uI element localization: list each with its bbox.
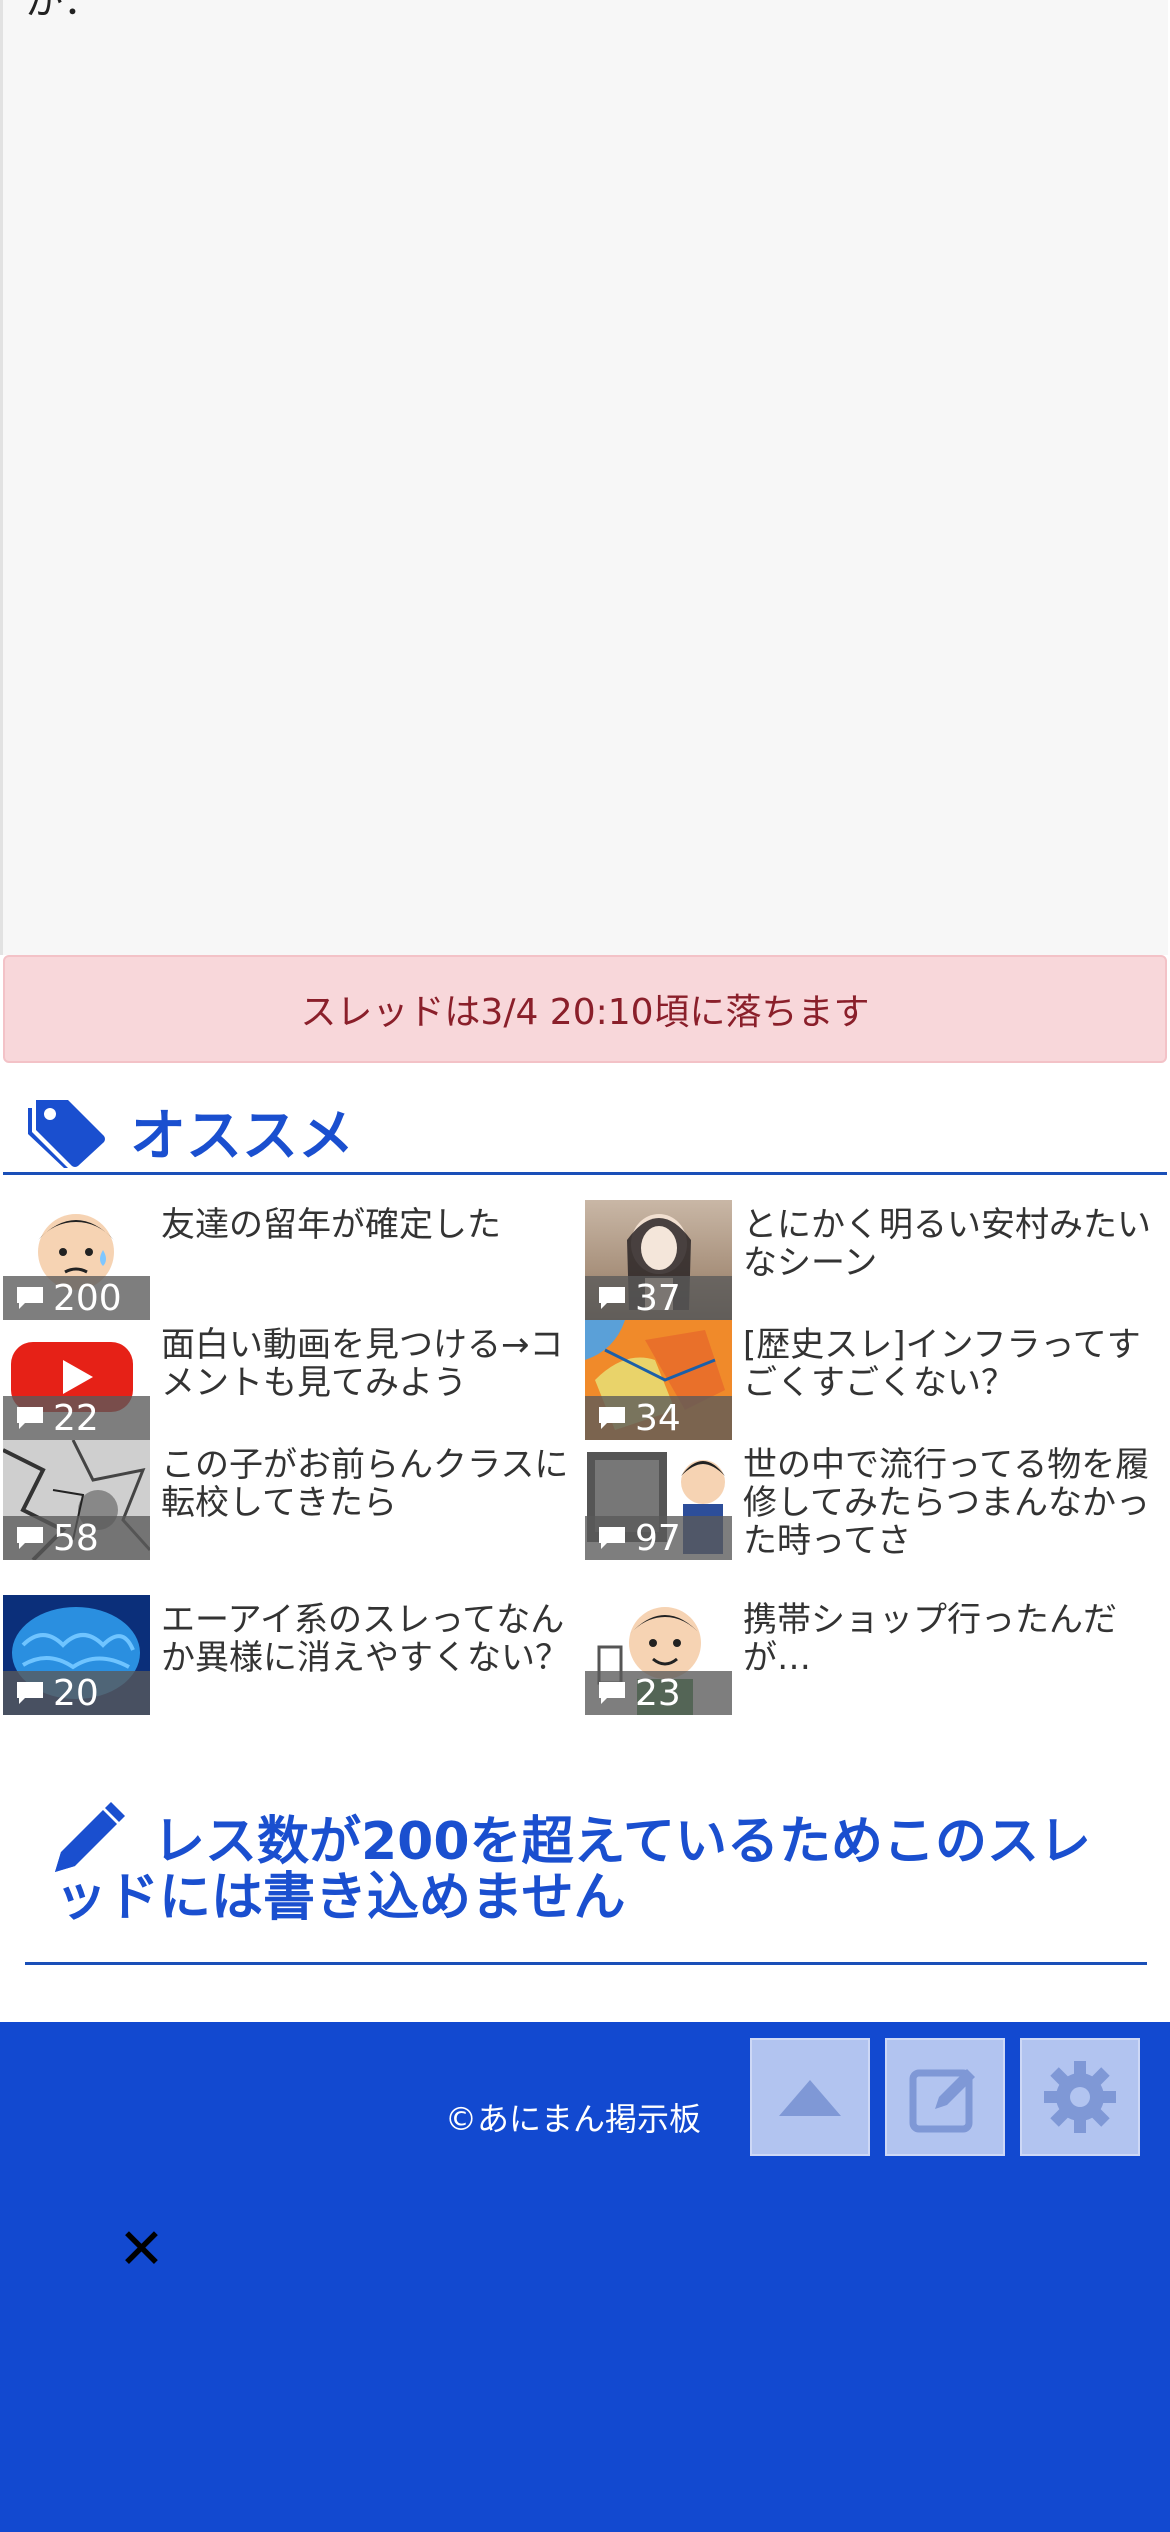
comment-count-value: 23 bbox=[635, 1672, 681, 1714]
recommend-item-title[interactable]: [歴史スレ]インフラってすごくすごくない？ bbox=[743, 1326, 1153, 1402]
worried-man-icon: 200 bbox=[3, 1200, 150, 1320]
write-button[interactable] bbox=[885, 2038, 1005, 2156]
settings-button[interactable] bbox=[1020, 2038, 1140, 2156]
comment-icon bbox=[599, 1527, 625, 1549]
recommend-item[interactable]: 37 とにかく明るい安村みたいなシーン bbox=[585, 1200, 1165, 1320]
comment-count-value: 22 bbox=[53, 1397, 99, 1439]
comment-count: 37 bbox=[585, 1276, 732, 1320]
comment-count-value: 37 bbox=[635, 1277, 681, 1319]
comment-icon bbox=[599, 1682, 625, 1704]
gear-icon bbox=[1044, 2061, 1116, 2133]
recommend-item[interactable]: 22 面白い動画を見つける→コメントも見てみよう bbox=[3, 1320, 583, 1440]
comment-icon bbox=[599, 1407, 625, 1429]
post-body-area: か： bbox=[0, 0, 1168, 955]
recommend-item-title[interactable]: とにかく明るい安村みたいなシーン bbox=[743, 1206, 1153, 1282]
post-text-fragment: か： bbox=[25, 0, 102, 23]
write-disabled-header: レス数が200を超えているためこのスレッドには書き込めません bbox=[25, 1800, 1147, 1965]
edit-icon bbox=[909, 2069, 975, 2133]
tag-icon bbox=[28, 1100, 105, 1168]
recommend-item[interactable]: 20 エーアイ系のスレってなんか異様に消えやすくない？ bbox=[3, 1595, 583, 1715]
recommend-item[interactable]: 23 携帯ショップ行ったんだが… bbox=[585, 1595, 1165, 1715]
recommend-title: オススメ bbox=[130, 1103, 354, 1169]
recommend-item-title[interactable]: エーアイ系のスレってなんか異様に消えやすくない？ bbox=[161, 1601, 571, 1677]
thread-expiry-text: スレッドは3/4 20:10頃に落ちます bbox=[300, 992, 870, 1033]
footer: ©あにまん掲示板 ✕ bbox=[0, 2022, 1170, 2532]
recommend-item-title[interactable]: 世の中で流行ってる物を履修してみたらつまんなかった時ってさ bbox=[743, 1446, 1153, 1560]
comment-count: 97 bbox=[585, 1516, 732, 1560]
comment-count: 200 bbox=[3, 1276, 150, 1320]
youtube-play-icon: 22 bbox=[3, 1320, 150, 1440]
comment-count-value: 58 bbox=[53, 1517, 99, 1559]
smiling-man-icon: 23 bbox=[585, 1595, 732, 1715]
comment-count: 23 bbox=[585, 1671, 732, 1715]
comment-count: 34 bbox=[585, 1396, 732, 1440]
recommend-item-title[interactable]: 携帯ショップ行ったんだが… bbox=[743, 1601, 1153, 1677]
comment-count-value: 97 bbox=[635, 1517, 681, 1559]
recommend-item[interactable]: 58 この子がお前らんクラスに転校してきたら bbox=[3, 1440, 583, 1560]
comment-icon bbox=[17, 1407, 43, 1429]
map-image: 34 bbox=[585, 1320, 732, 1440]
anime-girl-image: 37 bbox=[585, 1200, 732, 1320]
comment-icon bbox=[599, 1287, 625, 1309]
manga-panel-image: 58 bbox=[3, 1440, 150, 1560]
triangle-up-icon bbox=[779, 2080, 841, 2116]
copyright-text: ©あにまん掲示板 bbox=[445, 2100, 702, 2138]
recommend-item[interactable]: 97 世の中で流行ってる物を履修してみたらつまんなかった時ってさ bbox=[585, 1440, 1165, 1560]
blue-brain-image: 20 bbox=[3, 1595, 150, 1715]
scroll-top-button[interactable] bbox=[750, 2038, 870, 2156]
write-disabled-title: レス数が200を超えているためこのスレッドには書き込めません bbox=[55, 1812, 1091, 1928]
comment-count-value: 200 bbox=[53, 1277, 122, 1319]
comment-count: 20 bbox=[3, 1671, 150, 1715]
comment-count: 58 bbox=[3, 1516, 150, 1560]
comment-count-value: 20 bbox=[53, 1672, 99, 1714]
comment-icon bbox=[17, 1682, 43, 1704]
comment-icon bbox=[17, 1287, 43, 1309]
recommend-item[interactable]: 200 友達の留年が確定した bbox=[3, 1200, 583, 1320]
comment-count-value: 34 bbox=[635, 1397, 681, 1439]
comment-icon bbox=[17, 1527, 43, 1549]
recommend-item-title[interactable]: 友達の留年が確定した bbox=[161, 1206, 571, 1244]
recommend-item[interactable]: 34 [歴史スレ]インフラってすごくすごくない？ bbox=[585, 1320, 1165, 1440]
recommend-item-title[interactable]: 面白い動画を見つける→コメントも見てみよう bbox=[161, 1326, 571, 1402]
comment-count: 22 bbox=[3, 1396, 150, 1440]
close-icon[interactable]: ✕ bbox=[118, 2222, 165, 2278]
thread-expiry-alert: スレッドは3/4 20:10頃に落ちます bbox=[3, 955, 1167, 1063]
man-with-tv-icon: 97 bbox=[585, 1440, 732, 1560]
page: か： スレッドは3/4 20:10頃に落ちます オススメ 200 友達の留年が確… bbox=[0, 0, 1170, 2532]
recommend-header: オススメ bbox=[3, 1090, 1167, 1175]
recommend-item-title[interactable]: この子がお前らんクラスに転校してきたら bbox=[161, 1446, 571, 1522]
